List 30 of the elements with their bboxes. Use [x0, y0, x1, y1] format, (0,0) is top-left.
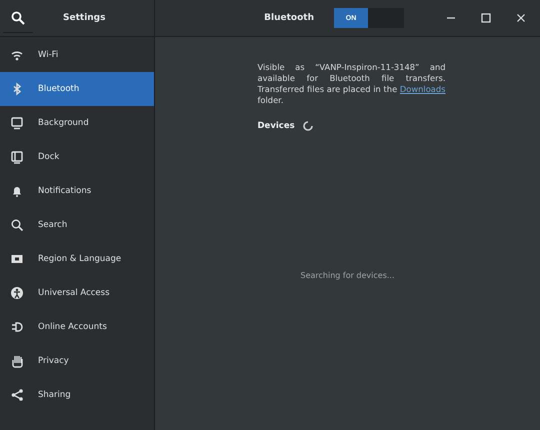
- spinner-icon: [302, 121, 313, 131]
- sidebar-item[interactable]: Dock: [0, 140, 154, 174]
- flag-icon: [10, 252, 24, 266]
- panel-title: Bluetooth: [264, 13, 314, 23]
- search-icon: [11, 10, 25, 24]
- dock-icon: [10, 150, 24, 164]
- share-icon: [10, 388, 24, 402]
- sidebar-item[interactable]: Universal Access: [0, 276, 154, 310]
- sidebar-item[interactable]: Online Accounts: [0, 310, 154, 344]
- person-icon: [10, 286, 24, 300]
- visibility-description: Visible as “VANP-Inspiron-11-3148” and available for Bluetooth file transfers. Transferred files are placed in the Downloads folder.: [258, 62, 446, 106]
- monitor-icon: [10, 116, 24, 130]
- bell-icon: [10, 184, 24, 198]
- search-icon: [10, 218, 24, 232]
- window-title: Settings: [63, 13, 106, 23]
- sidebar-item[interactable]: Search: [0, 208, 154, 242]
- sidebar-item[interactable]: Privacy: [0, 344, 154, 378]
- sidebar-item[interactable]: Background: [0, 106, 154, 140]
- maximize-icon[interactable]: [481, 13, 491, 23]
- sidebar-item[interactable]: Bluetooth: [0, 72, 154, 106]
- close-icon[interactable]: [516, 13, 526, 23]
- sidebar-item[interactable]: Notifications: [0, 174, 154, 208]
- hand-icon: [10, 354, 24, 368]
- devices-label: Devices: [258, 121, 295, 131]
- searching-status: Searching for devices...: [300, 271, 394, 280]
- sidebar-item[interactable]: Wi-Fi: [0, 38, 154, 72]
- sidebar-item[interactable]: Sharing: [0, 378, 154, 412]
- plug-icon: [10, 320, 24, 334]
- downloads-link[interactable]: Downloads: [400, 84, 446, 94]
- sidebar-item[interactable]: Region & Language: [0, 242, 154, 276]
